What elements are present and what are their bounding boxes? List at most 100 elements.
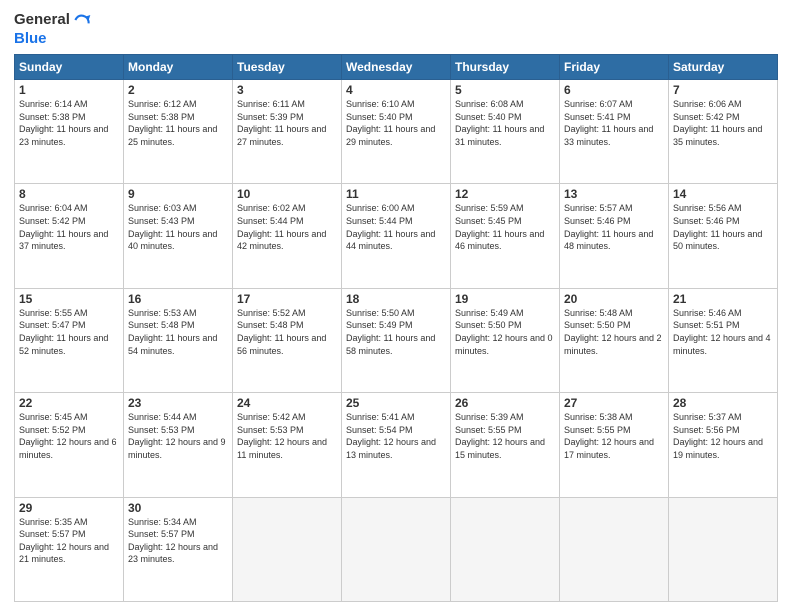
weekday-sunday: Sunday bbox=[15, 55, 124, 80]
day-cell-23: 23 Sunrise: 5:44 AMSunset: 5:53 PMDaylig… bbox=[124, 393, 233, 497]
day-info: Sunrise: 5:48 AMSunset: 5:50 PMDaylight:… bbox=[564, 307, 664, 357]
week-row-1: 1 Sunrise: 6:14 AMSunset: 5:38 PMDayligh… bbox=[15, 80, 778, 184]
day-number: 18 bbox=[346, 292, 446, 306]
day-cell-12: 12 Sunrise: 5:59 AMSunset: 5:45 PMDaylig… bbox=[451, 184, 560, 288]
day-number: 5 bbox=[455, 83, 555, 97]
day-number: 19 bbox=[455, 292, 555, 306]
weekday-thursday: Thursday bbox=[451, 55, 560, 80]
week-row-3: 15 Sunrise: 5:55 AMSunset: 5:47 PMDaylig… bbox=[15, 288, 778, 392]
week-row-2: 8 Sunrise: 6:04 AMSunset: 5:42 PMDayligh… bbox=[15, 184, 778, 288]
day-cell-empty bbox=[451, 497, 560, 601]
week-row-5: 29 Sunrise: 5:35 AMSunset: 5:57 PMDaylig… bbox=[15, 497, 778, 601]
day-number: 10 bbox=[237, 187, 337, 201]
day-number: 9 bbox=[128, 187, 228, 201]
day-number: 12 bbox=[455, 187, 555, 201]
day-info: Sunrise: 6:14 AMSunset: 5:38 PMDaylight:… bbox=[19, 98, 119, 148]
day-cell-15: 15 Sunrise: 5:55 AMSunset: 5:47 PMDaylig… bbox=[15, 288, 124, 392]
day-cell-20: 20 Sunrise: 5:48 AMSunset: 5:50 PMDaylig… bbox=[560, 288, 669, 392]
header: General Blue bbox=[14, 10, 778, 48]
weekday-saturday: Saturday bbox=[669, 55, 778, 80]
day-cell-18: 18 Sunrise: 5:50 AMSunset: 5:49 PMDaylig… bbox=[342, 288, 451, 392]
day-info: Sunrise: 5:49 AMSunset: 5:50 PMDaylight:… bbox=[455, 307, 555, 357]
day-info: Sunrise: 5:44 AMSunset: 5:53 PMDaylight:… bbox=[128, 411, 228, 461]
day-number: 17 bbox=[237, 292, 337, 306]
day-info: Sunrise: 5:38 AMSunset: 5:55 PMDaylight:… bbox=[564, 411, 664, 461]
logo-general: General bbox=[14, 11, 70, 29]
day-number: 11 bbox=[346, 187, 446, 201]
day-info: Sunrise: 6:04 AMSunset: 5:42 PMDaylight:… bbox=[19, 202, 119, 252]
weekday-monday: Monday bbox=[124, 55, 233, 80]
day-info: Sunrise: 5:57 AMSunset: 5:46 PMDaylight:… bbox=[564, 202, 664, 252]
day-info: Sunrise: 5:39 AMSunset: 5:55 PMDaylight:… bbox=[455, 411, 555, 461]
day-cell-3: 3 Sunrise: 6:11 AMSunset: 5:39 PMDayligh… bbox=[233, 80, 342, 184]
logo-blue: Blue bbox=[14, 30, 92, 48]
day-info: Sunrise: 5:34 AMSunset: 5:57 PMDaylight:… bbox=[128, 516, 228, 566]
day-cell-empty bbox=[669, 497, 778, 601]
day-cell-30: 30 Sunrise: 5:34 AMSunset: 5:57 PMDaylig… bbox=[124, 497, 233, 601]
day-cell-5: 5 Sunrise: 6:08 AMSunset: 5:40 PMDayligh… bbox=[451, 80, 560, 184]
day-number: 27 bbox=[564, 396, 664, 410]
day-info: Sunrise: 5:42 AMSunset: 5:53 PMDaylight:… bbox=[237, 411, 337, 461]
day-number: 20 bbox=[564, 292, 664, 306]
weekday-wednesday: Wednesday bbox=[342, 55, 451, 80]
day-info: Sunrise: 6:12 AMSunset: 5:38 PMDaylight:… bbox=[128, 98, 228, 148]
day-info: Sunrise: 5:45 AMSunset: 5:52 PMDaylight:… bbox=[19, 411, 119, 461]
day-number: 29 bbox=[19, 501, 119, 515]
day-info: Sunrise: 6:02 AMSunset: 5:44 PMDaylight:… bbox=[237, 202, 337, 252]
day-number: 21 bbox=[673, 292, 773, 306]
day-cell-empty bbox=[560, 497, 669, 601]
page: General Blue SundayMondayTuesdayWednesda… bbox=[0, 0, 792, 612]
day-number: 30 bbox=[128, 501, 228, 515]
day-info: Sunrise: 5:52 AMSunset: 5:48 PMDaylight:… bbox=[237, 307, 337, 357]
day-cell-9: 9 Sunrise: 6:03 AMSunset: 5:43 PMDayligh… bbox=[124, 184, 233, 288]
day-number: 16 bbox=[128, 292, 228, 306]
day-cell-27: 27 Sunrise: 5:38 AMSunset: 5:55 PMDaylig… bbox=[560, 393, 669, 497]
day-info: Sunrise: 5:55 AMSunset: 5:47 PMDaylight:… bbox=[19, 307, 119, 357]
day-number: 28 bbox=[673, 396, 773, 410]
calendar: SundayMondayTuesdayWednesdayThursdayFrid… bbox=[14, 54, 778, 602]
day-number: 2 bbox=[128, 83, 228, 97]
day-cell-28: 28 Sunrise: 5:37 AMSunset: 5:56 PMDaylig… bbox=[669, 393, 778, 497]
day-info: Sunrise: 6:06 AMSunset: 5:42 PMDaylight:… bbox=[673, 98, 773, 148]
day-cell-4: 4 Sunrise: 6:10 AMSunset: 5:40 PMDayligh… bbox=[342, 80, 451, 184]
day-number: 7 bbox=[673, 83, 773, 97]
day-cell-26: 26 Sunrise: 5:39 AMSunset: 5:55 PMDaylig… bbox=[451, 393, 560, 497]
day-number: 24 bbox=[237, 396, 337, 410]
day-number: 26 bbox=[455, 396, 555, 410]
day-cell-29: 29 Sunrise: 5:35 AMSunset: 5:57 PMDaylig… bbox=[15, 497, 124, 601]
day-info: Sunrise: 5:35 AMSunset: 5:57 PMDaylight:… bbox=[19, 516, 119, 566]
day-info: Sunrise: 5:46 AMSunset: 5:51 PMDaylight:… bbox=[673, 307, 773, 357]
day-cell-1: 1 Sunrise: 6:14 AMSunset: 5:38 PMDayligh… bbox=[15, 80, 124, 184]
day-number: 23 bbox=[128, 396, 228, 410]
day-cell-19: 19 Sunrise: 5:49 AMSunset: 5:50 PMDaylig… bbox=[451, 288, 560, 392]
day-info: Sunrise: 6:08 AMSunset: 5:40 PMDaylight:… bbox=[455, 98, 555, 148]
day-info: Sunrise: 5:37 AMSunset: 5:56 PMDaylight:… bbox=[673, 411, 773, 461]
day-cell-6: 6 Sunrise: 6:07 AMSunset: 5:41 PMDayligh… bbox=[560, 80, 669, 184]
day-cell-21: 21 Sunrise: 5:46 AMSunset: 5:51 PMDaylig… bbox=[669, 288, 778, 392]
day-cell-empty bbox=[233, 497, 342, 601]
day-number: 22 bbox=[19, 396, 119, 410]
weekday-tuesday: Tuesday bbox=[233, 55, 342, 80]
day-info: Sunrise: 5:56 AMSunset: 5:46 PMDaylight:… bbox=[673, 202, 773, 252]
day-cell-10: 10 Sunrise: 6:02 AMSunset: 5:44 PMDaylig… bbox=[233, 184, 342, 288]
day-info: Sunrise: 5:53 AMSunset: 5:48 PMDaylight:… bbox=[128, 307, 228, 357]
day-number: 3 bbox=[237, 83, 337, 97]
day-number: 14 bbox=[673, 187, 773, 201]
day-info: Sunrise: 5:50 AMSunset: 5:49 PMDaylight:… bbox=[346, 307, 446, 357]
day-cell-13: 13 Sunrise: 5:57 AMSunset: 5:46 PMDaylig… bbox=[560, 184, 669, 288]
day-cell-14: 14 Sunrise: 5:56 AMSunset: 5:46 PMDaylig… bbox=[669, 184, 778, 288]
weekday-friday: Friday bbox=[560, 55, 669, 80]
day-cell-17: 17 Sunrise: 5:52 AMSunset: 5:48 PMDaylig… bbox=[233, 288, 342, 392]
day-info: Sunrise: 6:03 AMSunset: 5:43 PMDaylight:… bbox=[128, 202, 228, 252]
day-cell-empty bbox=[342, 497, 451, 601]
day-cell-25: 25 Sunrise: 5:41 AMSunset: 5:54 PMDaylig… bbox=[342, 393, 451, 497]
day-info: Sunrise: 5:41 AMSunset: 5:54 PMDaylight:… bbox=[346, 411, 446, 461]
day-info: Sunrise: 6:11 AMSunset: 5:39 PMDaylight:… bbox=[237, 98, 337, 148]
logo-icon bbox=[72, 10, 92, 30]
day-number: 15 bbox=[19, 292, 119, 306]
day-number: 4 bbox=[346, 83, 446, 97]
day-cell-7: 7 Sunrise: 6:06 AMSunset: 5:42 PMDayligh… bbox=[669, 80, 778, 184]
logo: General Blue bbox=[14, 10, 92, 48]
day-cell-11: 11 Sunrise: 6:00 AMSunset: 5:44 PMDaylig… bbox=[342, 184, 451, 288]
week-row-4: 22 Sunrise: 5:45 AMSunset: 5:52 PMDaylig… bbox=[15, 393, 778, 497]
